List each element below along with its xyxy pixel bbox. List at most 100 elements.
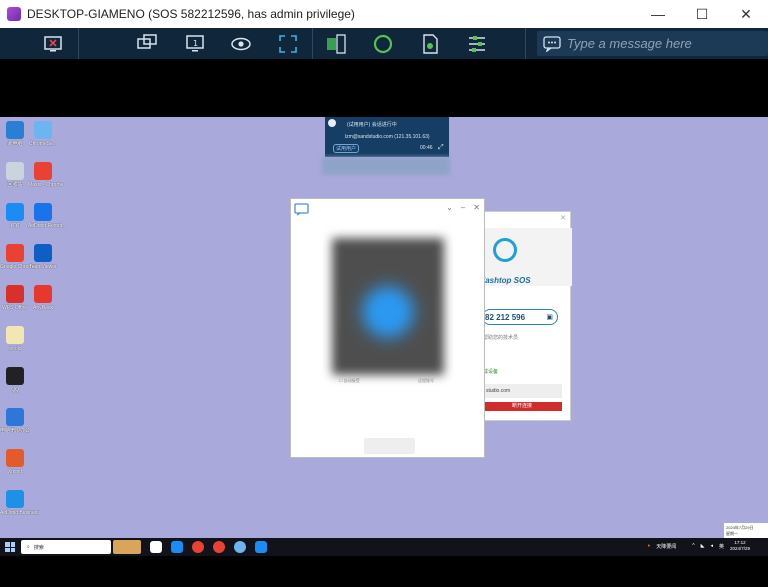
app-icon [34, 162, 52, 180]
desktop-icon[interactable]: Maxis - Chrome [28, 162, 64, 188]
windows-start-icon[interactable] [5, 542, 15, 552]
app-icon [6, 244, 24, 262]
desktop-icon[interactable]: ss-old [0, 326, 30, 352]
maximize-button[interactable]: ☐ [680, 0, 724, 28]
collapse-icon[interactable]: ⌄ [446, 203, 453, 212]
app-icon [34, 285, 52, 303]
desktop-icon[interactable]: AnyDesk [28, 285, 58, 311]
network-icon[interactable]: ◣ [701, 543, 705, 549]
desktop-icon[interactable]: AirDroid Business [0, 490, 40, 516]
monitor-icon[interactable]: 1 [183, 32, 207, 56]
news-icon: ♦ [647, 543, 651, 549]
desktop-icon[interactable]: 电脑无限办公 [0, 408, 30, 434]
close-button[interactable]: ✕ [724, 0, 768, 28]
taskbar-search[interactable]: ⌕ 搜索 [21, 540, 111, 554]
sos-code: 82 212 596 ▣ [482, 309, 558, 325]
desktop-icon[interactable]: Google Chrome [0, 244, 35, 270]
view-eye-icon[interactable] [229, 32, 253, 56]
expand-icon[interactable]: ⤢ [438, 144, 444, 152]
desktop-icon-label: Xmind [7, 469, 23, 475]
app-icon [6, 490, 24, 508]
flashtop-logo-icon [493, 238, 517, 262]
date-notification: 2024年7月29日 星期一 [724, 523, 768, 538]
taskbar-chrome-setup-icon[interactable] [234, 541, 246, 553]
desktop-icon-label: 电脑无限办公 [0, 428, 31, 434]
taskbar-chrome-profile-icon[interactable] [213, 541, 225, 553]
desktop-icon[interactable]: AirDroid Remot... [28, 203, 67, 229]
sos-close-icon[interactable]: ✕ [560, 214, 566, 222]
ime-indicator[interactable]: 英 [719, 543, 724, 550]
banner-status: (试用用户) 会话进行中 [347, 122, 397, 128]
banner-email: lzm@sandstudio.com (121.35.101.63) [345, 134, 430, 140]
desktop-icon[interactable]: TeamViewer [28, 244, 58, 270]
desktop-icon-label: ss-old [8, 346, 22, 352]
sos-app-window[interactable]: ✕ lashtop SOS 82 212 596 ▣ 帮助您的技术员 载设备 s… [480, 211, 572, 421]
copy-icon[interactable]: ▣ [546, 313, 553, 321]
desktop-icon[interactable]: Xmind [0, 449, 30, 475]
remote-file-icon[interactable] [418, 32, 442, 56]
front-app-window[interactable]: ⌄ – ✕ ☐ 自动接受 远程账号 [290, 198, 485, 458]
brand-name: lashtop SOS [483, 276, 531, 285]
desktop-icon[interactable]: 钉钉 [0, 203, 30, 229]
taskbar-chrome-icon[interactable] [192, 541, 204, 553]
app-icon [6, 121, 24, 139]
desktop-icon-label: TeamViewer [29, 264, 57, 270]
taskbar-animal-icon [113, 540, 141, 554]
app-icon [34, 244, 52, 262]
chat-icon [543, 35, 561, 52]
search-icon: ⌕ [27, 544, 30, 550]
window-title: DESKTOP-GIAMENO (SOS 582212596, has admi… [27, 7, 355, 21]
file-transfer-icon[interactable] [324, 32, 348, 56]
front-close-button[interactable]: ✕ [473, 203, 480, 212]
desktop-icon-label: AirDroid Business [0, 510, 40, 516]
auto-accept-checkbox[interactable]: ☐ 自动接受 [339, 378, 360, 384]
desktop-icon[interactable]: 回收站 [0, 162, 30, 188]
chat-input[interactable] [561, 31, 768, 56]
front-app-logo-icon [294, 203, 310, 222]
taskbar-task-view-icon[interactable] [150, 541, 162, 553]
disconnect-button[interactable]: 断开连接 [482, 402, 562, 411]
app-icon [6, 203, 24, 221]
app-icon [6, 408, 24, 426]
session-banner: (试用用户) 会话进行中 lzm@sandstudio.com (121.35.… [325, 117, 449, 157]
bottom-action-button[interactable] [364, 438, 415, 454]
connected-email: studio.com [482, 384, 562, 398]
minimize-button[interactable]: — [636, 0, 680, 28]
system-tray: ♦ 天降要闻 ^ ◣ ◂ 英 17:12 2024/7/29 [648, 540, 750, 552]
app-icon [34, 121, 52, 139]
taskbar-active-app-icon[interactable] [255, 541, 267, 553]
desktop-icon-label: 此电脑 [7, 141, 23, 147]
blurred-qr-area [332, 238, 444, 375]
tray-chevron-icon[interactable]: ^ [692, 543, 694, 549]
taskbar-clock[interactable]: 17:12 2024/7/29 [730, 540, 750, 552]
front-minimize-button[interactable]: – [461, 203, 465, 212]
record-icon[interactable] [371, 32, 395, 56]
remote-account-label: 远程账号 [418, 378, 434, 383]
desktop-icon-label: ChromeSe... [28, 141, 58, 147]
desktop-icon-label: Maxis - Chrome [28, 182, 64, 188]
end-session-icon[interactable] [41, 32, 65, 56]
trial-badge: 试用用户 [333, 144, 360, 153]
desktop-icon-label: WPS Office [2, 305, 28, 311]
taskbar-dingtalk-icon[interactable] [171, 541, 183, 553]
app-icon [6, 162, 24, 180]
desktop-icon[interactable]: QQ [0, 367, 30, 393]
app-icon [6, 449, 24, 467]
app-icon [6, 326, 24, 344]
desktop-icon[interactable]: WPS Office [0, 285, 30, 311]
taskbar: ⌕ 搜索 ♦ 天降要闻 ^ ◣ ◂ 英 17:12 2024/7/29 [0, 538, 768, 556]
remote-desktop-view[interactable]: 此电脑 ChromeSe... 回收站 Maxis - Chrome 钉钉 AirDroi… [0, 117, 768, 538]
more-settings-icon[interactable] [465, 32, 489, 56]
desktop-icon[interactable]: ChromeSe... [28, 121, 58, 147]
desktop-icon[interactable]: 此电脑 [0, 121, 30, 147]
desktop-icon-label: AirDroid Remot... [28, 223, 67, 229]
news-text[interactable]: 天降要闻 [656, 543, 676, 550]
desktop-icon-label: AnyDesk [32, 305, 53, 311]
desktop-icon-label: 回收站 [7, 182, 23, 188]
session-timer: 00:46 [420, 145, 433, 151]
chat-message-box [537, 31, 768, 56]
volume-icon[interactable]: ◂ [710, 543, 713, 549]
desktop-icon-label: QQ [11, 387, 19, 393]
fullscreen-icon[interactable] [276, 32, 300, 56]
switch-monitor-icon[interactable] [135, 32, 159, 56]
